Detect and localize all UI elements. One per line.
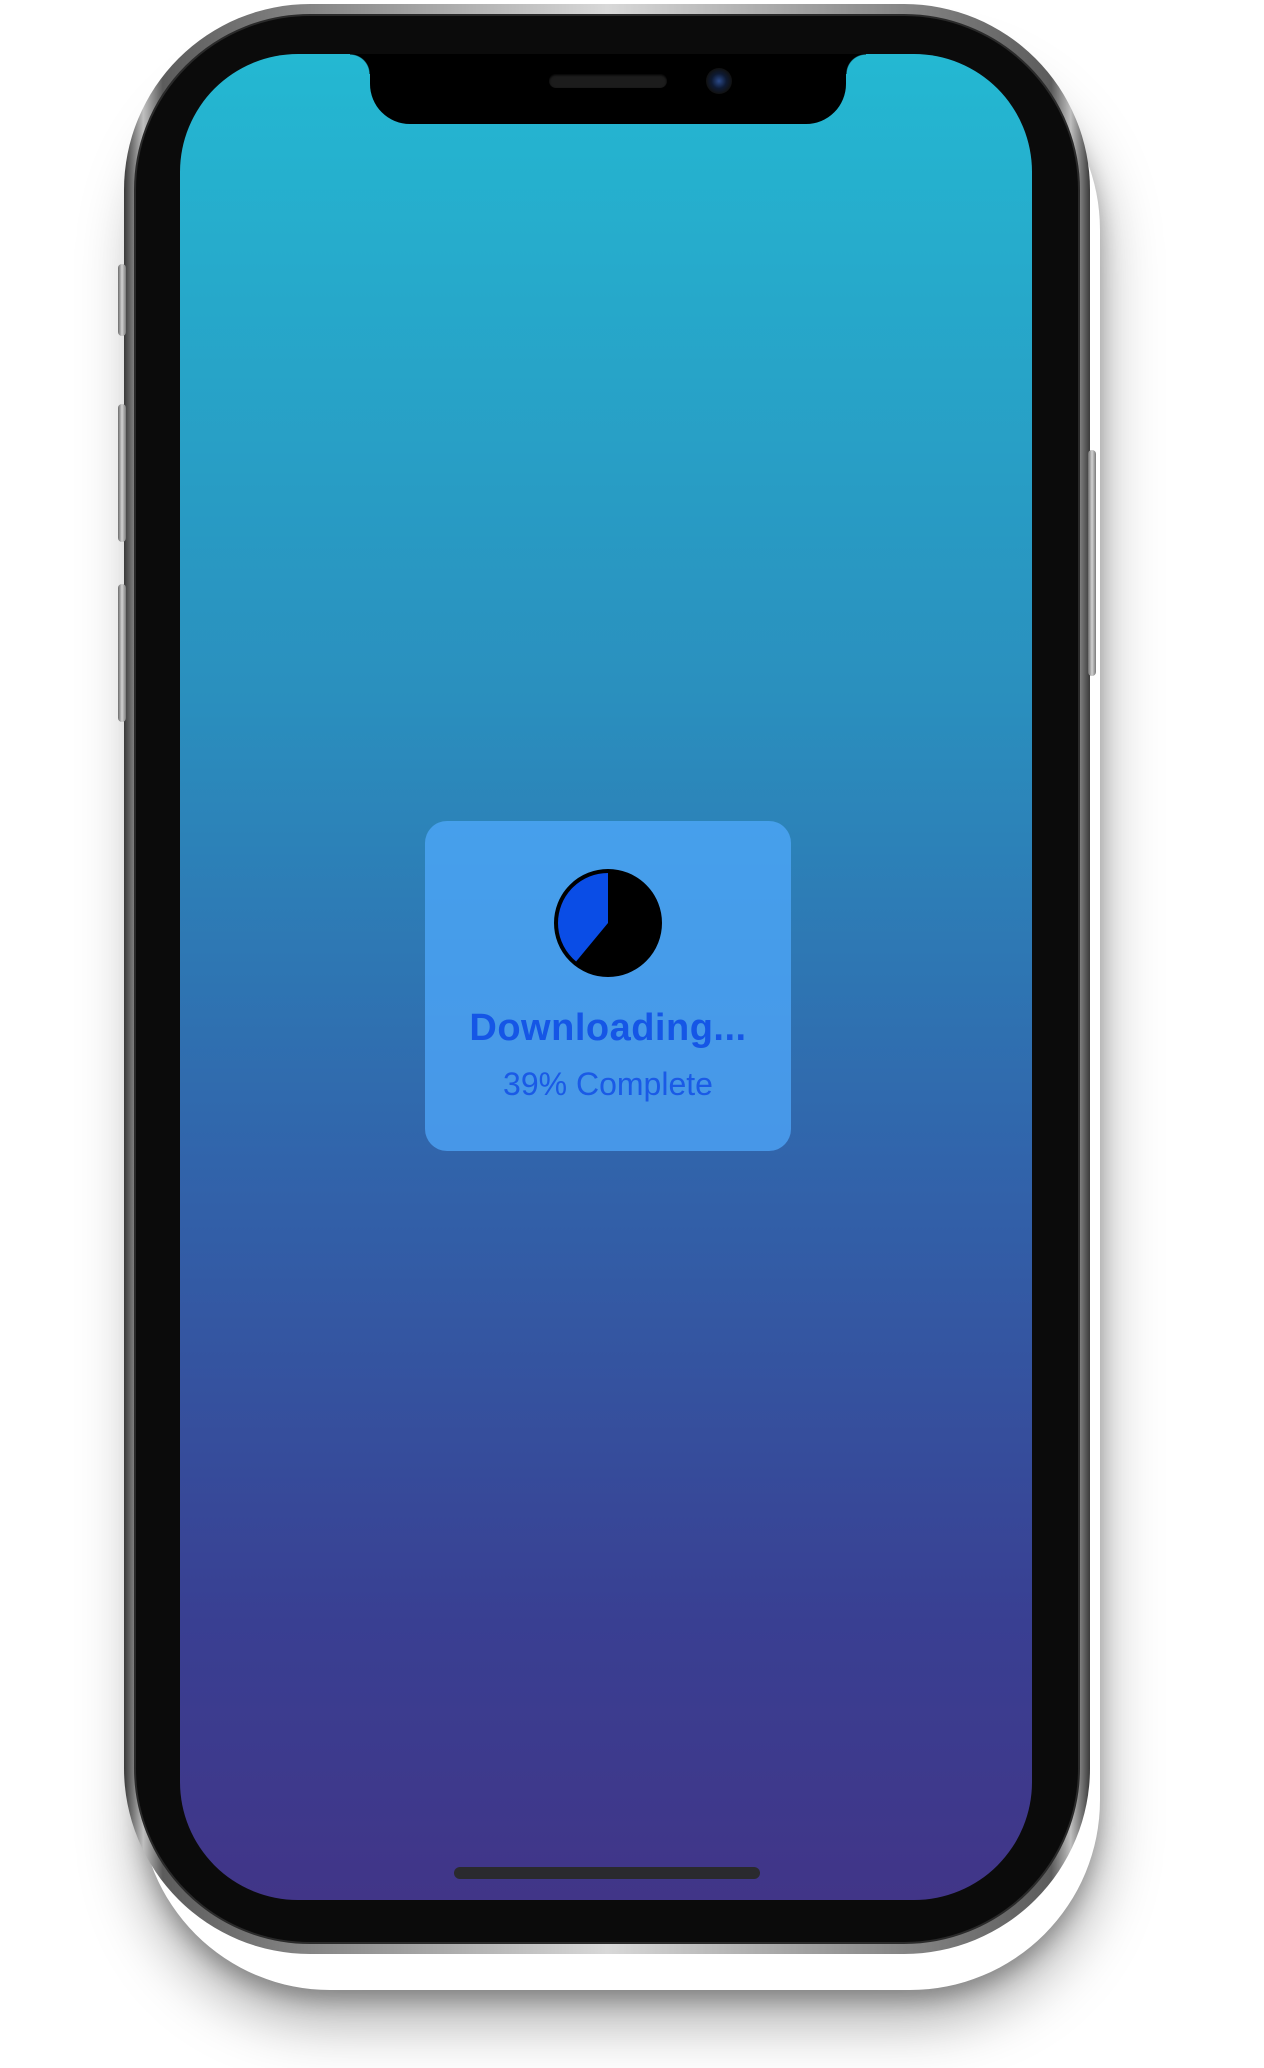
front-camera-icon xyxy=(706,68,732,94)
notch xyxy=(350,54,866,124)
speaker-grille-icon xyxy=(549,74,667,88)
download-progress-hud: Downloading... 39% Complete xyxy=(425,821,791,1151)
home-indicator-bar[interactable] xyxy=(454,1867,760,1879)
pie-progress-icon xyxy=(554,869,662,977)
volume-up-button xyxy=(118,404,126,542)
download-status: 39% Complete xyxy=(503,1066,713,1102)
side-power-button xyxy=(1088,450,1096,676)
volume-down-button xyxy=(118,584,126,722)
download-title: Downloading... xyxy=(469,1007,747,1049)
phone-screen: Downloading... 39% Complete xyxy=(180,54,1032,1900)
silent-switch xyxy=(118,264,126,336)
